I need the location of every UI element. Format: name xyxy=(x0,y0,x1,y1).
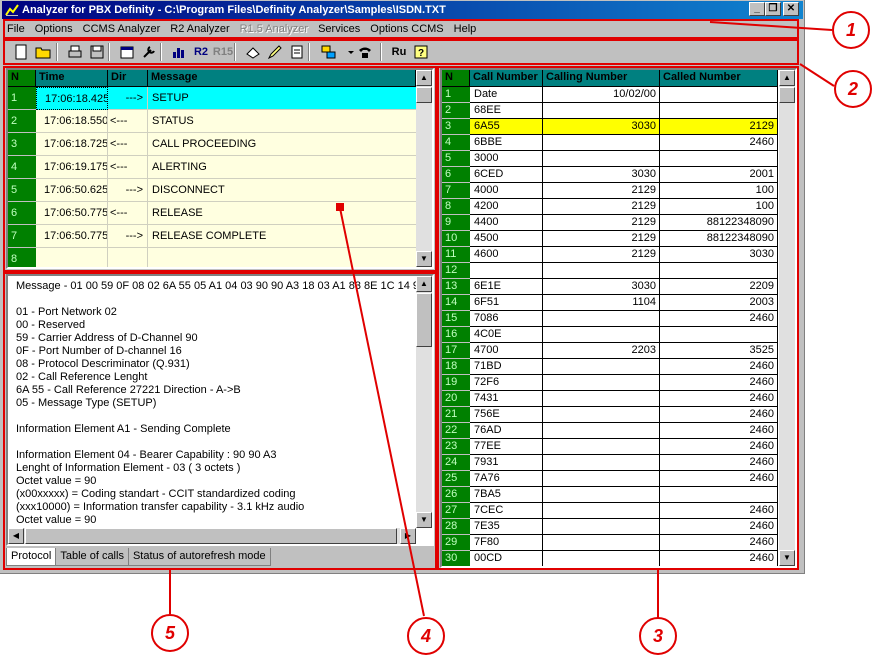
window-title: Analyzer for PBX Definity - C:\Program F… xyxy=(22,4,446,16)
annotation-frame-protocol xyxy=(3,66,437,272)
annotation-frame-calls xyxy=(437,66,799,570)
callout-1: 1 xyxy=(832,11,870,49)
callout-3: 3 xyxy=(639,617,677,655)
annotation-frame-toolbar xyxy=(3,39,799,65)
minimize-button[interactable]: _ xyxy=(749,2,765,16)
close-button[interactable]: ✕ xyxy=(783,2,799,16)
callout-5: 5 xyxy=(151,614,189,652)
annotation-frame-detail xyxy=(3,272,437,570)
annotation-frame-menu xyxy=(3,19,799,39)
restore-button[interactable]: ❐ xyxy=(765,2,781,16)
app-logo-icon xyxy=(5,4,19,16)
callout-2: 2 xyxy=(834,70,872,108)
title-bar: Analyzer for PBX Definity - C:\Program F… xyxy=(2,1,803,19)
callout-4: 4 xyxy=(407,617,445,655)
